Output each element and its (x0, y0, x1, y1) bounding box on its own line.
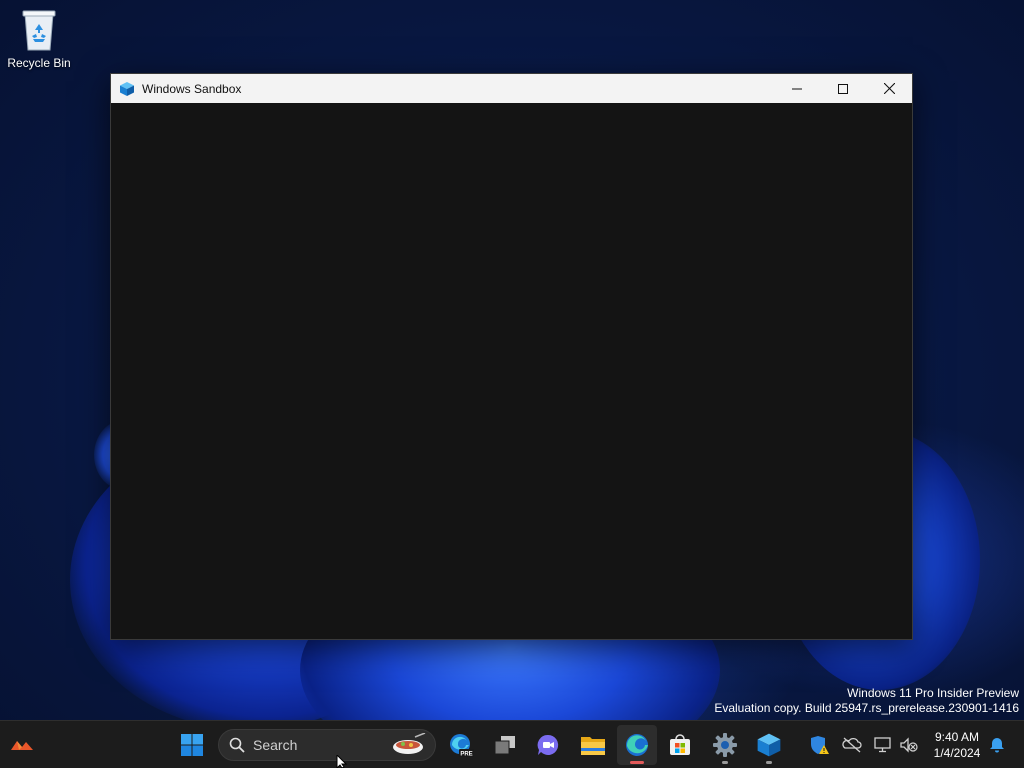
watermark-line-2: Evaluation copy. Build 25947.rs_prerelea… (714, 701, 1019, 715)
store-icon (670, 734, 690, 755)
network-offline-icon (842, 737, 862, 753)
window-title: Windows Sandbox (142, 81, 242, 96)
tray-network[interactable] (840, 733, 864, 757)
taskbar-widgets[interactable] (2, 725, 42, 765)
tray-defender[interactable] (808, 733, 832, 757)
taskbar: Search PRE 9:40 AM 1/4/2024 (0, 720, 1024, 768)
sandbox-content-area[interactable] (111, 103, 912, 639)
search-highlight-icon (391, 733, 427, 757)
taskbar-task-view[interactable] (485, 725, 525, 765)
bell-icon (990, 738, 1004, 753)
taskbar-edge-preview[interactable]: PRE (441, 725, 481, 765)
windows-logo-icon (181, 734, 203, 756)
taskbar-sandbox[interactable] (749, 725, 789, 765)
clock-date: 1/4/2024 (933, 746, 981, 760)
edge-icon (626, 734, 648, 756)
taskbar-file-explorer[interactable] (573, 725, 613, 765)
window-titlebar[interactable]: Windows Sandbox (111, 74, 912, 103)
active-indicator (630, 761, 644, 764)
maximize-icon (838, 83, 848, 94)
evaluation-watermark: Windows 11 Pro Insider Preview Evaluatio… (714, 686, 1019, 716)
taskbar-clock[interactable]: 9:40 AM 1/4/2024 (926, 729, 988, 761)
defender-warning-icon (811, 736, 829, 754)
taskbar-start[interactable] (172, 725, 212, 765)
close-icon (883, 83, 895, 94)
sandbox-icon (757, 733, 781, 757)
chat-icon (537, 734, 559, 755)
edge-pre-badge: PRE (460, 751, 472, 757)
tray-display[interactable] (871, 733, 895, 757)
display-icon (874, 737, 891, 753)
watermark-line-1: Windows 11 Pro Insider Preview (847, 686, 1019, 700)
maximize-button[interactable] (820, 74, 866, 103)
folder-icon (581, 737, 605, 755)
recycle-bin-icon (22, 10, 56, 51)
minimize-button[interactable] (774, 74, 820, 103)
gear-icon (713, 733, 737, 757)
taskbar-settings[interactable] (705, 725, 745, 765)
edge-pre-icon: PRE (450, 734, 474, 757)
task-view-icon (494, 736, 515, 755)
tray-volume[interactable] (897, 733, 921, 757)
volume-muted-icon (900, 737, 918, 753)
sandbox-icon (119, 81, 135, 97)
desktop-icon-label: Recycle Bin (7, 56, 71, 70)
cursor-arrow-icon (336, 753, 348, 768)
clock-time: 9:40 AM (934, 730, 980, 744)
minimize-icon (792, 88, 802, 89)
search-placeholder: Search (253, 737, 298, 753)
sandbox-window[interactable]: Windows Sandbox (110, 73, 913, 640)
running-indicator (766, 761, 772, 764)
close-button[interactable] (866, 74, 912, 103)
mouse-cursor (336, 753, 348, 768)
taskbar-chat[interactable] (528, 725, 568, 765)
widgets-icon (11, 741, 33, 750)
taskbar-search[interactable]: Search (218, 729, 436, 761)
desktop-icon-recycle-bin[interactable]: Recycle Bin (4, 6, 74, 70)
notification-center[interactable] (985, 733, 1009, 757)
taskbar-store[interactable] (660, 725, 700, 765)
running-indicator (722, 761, 728, 764)
search-icon (229, 737, 245, 753)
taskbar-edge[interactable] (617, 725, 657, 765)
